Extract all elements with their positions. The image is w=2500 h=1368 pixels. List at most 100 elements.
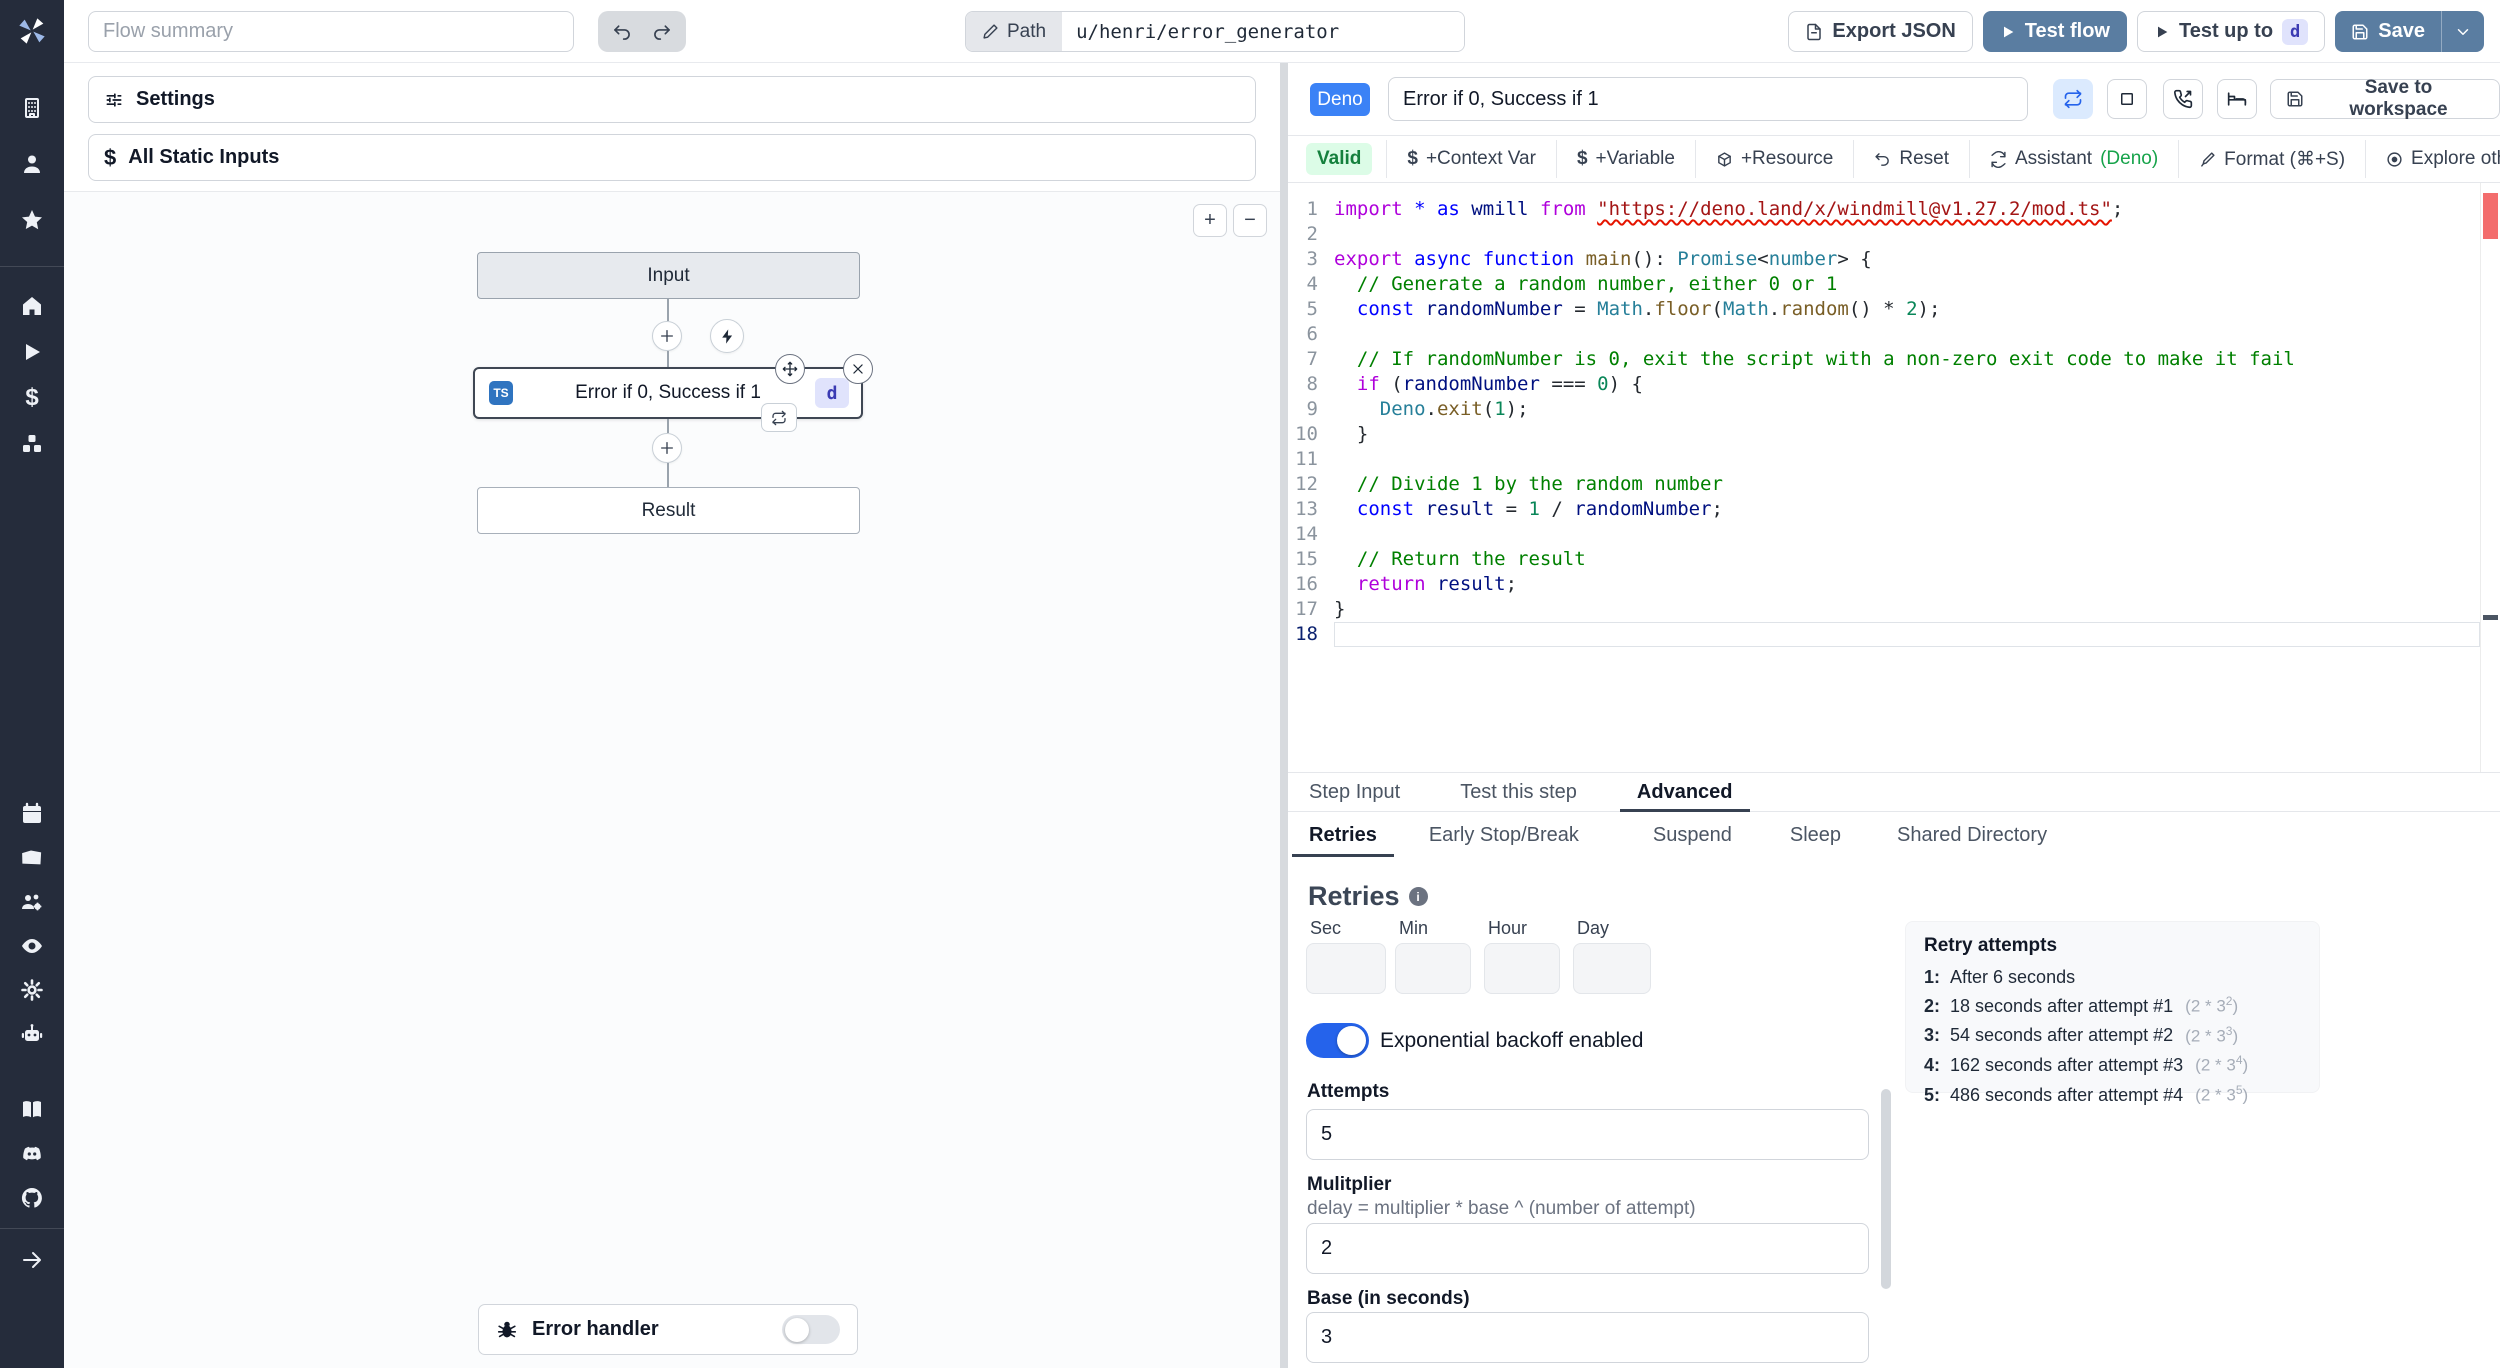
gear-icon[interactable] bbox=[0, 978, 64, 1002]
attempts-input[interactable] bbox=[1306, 1109, 1869, 1160]
tab-advanced[interactable]: Advanced bbox=[1619, 773, 1750, 812]
test-flow-button[interactable]: Test flow bbox=[1982, 11, 2127, 52]
exponential-backoff-toggle[interactable] bbox=[1306, 1023, 1369, 1058]
trigger-button[interactable] bbox=[710, 319, 744, 353]
zoom-out-button[interactable]: − bbox=[1233, 204, 1267, 237]
code-line[interactable]: 7 // If randomNumber is 0, exit the scri… bbox=[1288, 347, 2500, 372]
building-icon[interactable] bbox=[0, 96, 64, 120]
path-input[interactable] bbox=[1062, 12, 1464, 51]
code-line[interactable]: 12 // Divide 1 by the random number bbox=[1288, 472, 2500, 497]
add-step-button[interactable] bbox=[652, 321, 682, 351]
folder-icon[interactable] bbox=[0, 846, 64, 870]
github-icon[interactable] bbox=[0, 1186, 64, 1210]
save-to-workspace-button[interactable]: Save to workspace bbox=[2270, 77, 2500, 120]
flow-summary-input[interactable] bbox=[88, 11, 574, 52]
zoom-in-button[interactable]: + bbox=[1193, 204, 1227, 237]
code-line[interactable]: 2 bbox=[1288, 222, 2500, 247]
hour-input[interactable] bbox=[1484, 943, 1560, 994]
test-up-to-button[interactable]: Test up to d bbox=[2136, 11, 2326, 52]
step-id-chip: d bbox=[2282, 18, 2309, 45]
code-line[interactable]: 16 return result; bbox=[1288, 572, 2500, 597]
retries-toggle-button[interactable] bbox=[2053, 79, 2093, 119]
all-static-inputs-bar[interactable]: $ All Static Inputs bbox=[88, 134, 1256, 181]
code-line[interactable]: 10 } bbox=[1288, 422, 2500, 447]
multiplier-input[interactable] bbox=[1306, 1223, 1869, 1274]
step-title-input[interactable] bbox=[1388, 77, 2028, 121]
move-node-button[interactable] bbox=[775, 354, 805, 384]
code-line[interactable]: 5 const randomNumber = Math.floor(Math.r… bbox=[1288, 297, 2500, 322]
min-input[interactable] bbox=[1395, 943, 1471, 994]
dollar-icon[interactable]: $ bbox=[0, 384, 64, 412]
flow-node-result[interactable]: Result bbox=[477, 487, 860, 534]
info-icon[interactable]: i bbox=[1408, 887, 1428, 906]
sec-input[interactable] bbox=[1306, 943, 1386, 994]
eye-icon[interactable] bbox=[0, 934, 64, 958]
code-line[interactable]: 6 bbox=[1288, 322, 2500, 347]
delete-node-button[interactable] bbox=[843, 354, 873, 384]
retry-badge[interactable] bbox=[761, 403, 797, 432]
panel-resize-handle[interactable] bbox=[1280, 63, 1288, 1368]
day-input[interactable] bbox=[1573, 943, 1651, 994]
windmill-logo[interactable] bbox=[0, 15, 64, 47]
star-icon[interactable] bbox=[0, 208, 64, 232]
subtab-shared-directory[interactable]: Shared Directory bbox=[1880, 813, 2064, 857]
add-resource-button[interactable]: +Resource bbox=[1694, 140, 1853, 178]
flow-canvas[interactable]: + − Input TS Error if 0, Success if 1 d bbox=[64, 191, 1280, 1368]
tab-step-input[interactable]: Step Input bbox=[1292, 773, 1417, 811]
code-line[interactable]: 9 Deno.exit(1); bbox=[1288, 397, 2500, 422]
tab-test-this-step[interactable]: Test this step bbox=[1443, 773, 1594, 811]
code-line[interactable]: 15 // Return the result bbox=[1288, 547, 2500, 572]
code-editor[interactable]: 1 import * as wmill from "https://deno.la… bbox=[1288, 183, 2500, 772]
add-context-var-button[interactable]: $ +Context Var bbox=[1386, 140, 1556, 178]
play-icon[interactable] bbox=[0, 340, 64, 364]
add-variable-button[interactable]: $ +Variable bbox=[1555, 140, 1695, 178]
code-line[interactable]: 18 bbox=[1288, 622, 2500, 647]
retry-attempt-item: 3: 54 seconds after attempt #2 (2 * 33) bbox=[1924, 1023, 2239, 1046]
code-line[interactable]: 14 bbox=[1288, 522, 2500, 547]
flow-node-input[interactable]: Input bbox=[477, 252, 860, 299]
code-line[interactable]: 4 // Generate a random number, either 0 … bbox=[1288, 272, 2500, 297]
undo-button[interactable] bbox=[605, 15, 639, 48]
code-line[interactable]: 3 export async function main(): Promise<n… bbox=[1288, 247, 2500, 272]
subtab-sleep[interactable]: Sleep bbox=[1773, 813, 1858, 857]
calendar-icon[interactable] bbox=[0, 802, 64, 826]
add-step-button[interactable] bbox=[652, 433, 682, 463]
base-input[interactable] bbox=[1306, 1312, 1869, 1363]
error-handler-toggle[interactable] bbox=[782, 1315, 840, 1344]
subtab-retries[interactable]: Retries bbox=[1292, 813, 1394, 857]
cubes-icon[interactable] bbox=[0, 432, 64, 456]
stop-condition-button[interactable] bbox=[2107, 79, 2147, 119]
export-json-button[interactable]: Export JSON bbox=[1788, 11, 1973, 52]
code-line[interactable]: 11 bbox=[1288, 447, 2500, 472]
flow-settings-bar[interactable]: Settings bbox=[88, 76, 1256, 123]
code-line[interactable]: 8 if (randomNumber === 0) { bbox=[1288, 372, 2500, 397]
scrollbar[interactable] bbox=[1881, 1089, 1891, 1289]
save-button[interactable]: Save bbox=[2335, 11, 2442, 52]
code-line[interactable]: 1 import * as wmill from "https://deno.la… bbox=[1288, 197, 2500, 222]
format-button[interactable]: Format (⌘+S) bbox=[2178, 140, 2365, 178]
robot-icon[interactable] bbox=[0, 1022, 64, 1046]
reset-button[interactable]: Reset bbox=[1853, 140, 1969, 178]
code-line[interactable]: 13 const result = 1 / randomNumber; bbox=[1288, 497, 2500, 522]
error-handler-box[interactable]: Error handler bbox=[478, 1304, 858, 1355]
sleep-button[interactable] bbox=[2217, 79, 2257, 119]
user-group-icon[interactable] bbox=[0, 890, 64, 914]
subtab-suspend[interactable]: Suspend bbox=[1636, 813, 1749, 857]
lightning-icon bbox=[721, 328, 732, 344]
flow-node-step[interactable]: TS Error if 0, Success if 1 d bbox=[473, 354, 873, 432]
multiplier-help-text: delay = multiplier * base ^ (number of a… bbox=[1307, 1198, 1696, 1219]
arrow-right-icon[interactable] bbox=[0, 1248, 64, 1272]
book-icon[interactable] bbox=[0, 1098, 64, 1122]
redo-button[interactable] bbox=[645, 15, 679, 48]
step-id-chip: d bbox=[815, 378, 849, 408]
save-dropdown-button[interactable] bbox=[2442, 11, 2484, 52]
brush-icon bbox=[2201, 151, 2215, 167]
explore-scripts-button[interactable]: Explore other s bbox=[2365, 140, 2500, 178]
home-icon[interactable] bbox=[0, 294, 64, 318]
subtab-early-stop[interactable]: Early Stop/Break bbox=[1412, 813, 1596, 857]
assistant-button[interactable]: Assistant (Deno) bbox=[1969, 140, 2178, 178]
user-icon[interactable] bbox=[0, 152, 64, 176]
suspend-button[interactable] bbox=[2163, 79, 2203, 119]
discord-icon[interactable] bbox=[0, 1142, 64, 1166]
code-line[interactable]: 17} bbox=[1288, 597, 2500, 622]
